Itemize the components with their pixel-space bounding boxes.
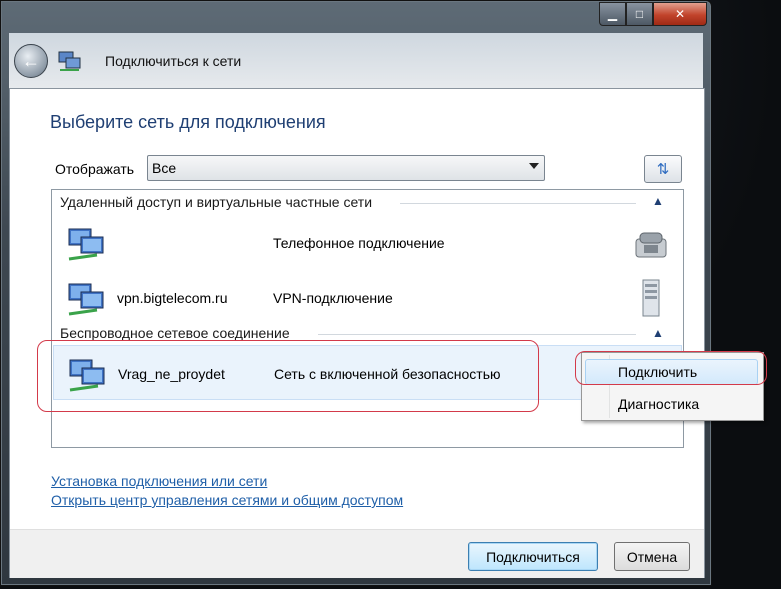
maximize-icon: □ [635, 7, 644, 21]
refresh-button[interactable]: ⇅ [644, 155, 682, 183]
network-icon [58, 51, 81, 71]
connection-name: vpn.bigtelecom.ru [117, 290, 228, 306]
maximize-button[interactable]: □ [626, 2, 653, 26]
refresh-icon: ⇅ [656, 161, 670, 178]
connection-type: Телефонное подключение [273, 235, 445, 251]
connection-type: VPN-подключение [273, 290, 393, 306]
network-name: Vrag_ne_proydet [118, 366, 225, 382]
caption-buttons: ▁ □ ✕ [599, 2, 707, 26]
dialog-content: Выберите сеть для подключения Отображать… [9, 88, 705, 578]
connect-button[interactable]: Подключиться [468, 542, 598, 571]
close-button[interactable]: ✕ [653, 2, 707, 26]
back-button[interactable]: ← [14, 44, 48, 78]
collapse-chevron-icon[interactable]: ▲ [651, 327, 665, 339]
collapse-chevron-icon[interactable]: ▲ [651, 195, 665, 207]
cancel-button[interactable]: Отмена [614, 542, 690, 571]
minimize-button[interactable]: ▁ [599, 2, 626, 26]
titlebar: ▁ □ ✕ ← Подключиться к сети [1, 1, 711, 91]
window-title: Подключиться к сети [105, 53, 242, 69]
setup-connection-link[interactable]: Установка подключения или сети [51, 472, 403, 491]
network-connection-icon [68, 228, 104, 261]
filter-dropdown[interactable]: Все [147, 155, 545, 181]
list-item-phone[interactable]: Телефонное подключение [53, 215, 682, 270]
menu-item-diagnose[interactable]: Диагностика [585, 391, 758, 417]
network-connection-icon [68, 283, 104, 316]
group-header-vpn: Удаленный доступ и виртуальные частные с… [60, 194, 373, 210]
close-icon: ✕ [674, 7, 686, 21]
context-menu: Подключить Диагностика [581, 352, 764, 421]
phone-icon [635, 232, 667, 258]
filter-value: Все [152, 160, 177, 176]
group-divider [318, 334, 636, 335]
chevron-down-icon [529, 163, 539, 169]
back-arrow-icon: ← [22, 50, 40, 71]
group-divider [400, 203, 636, 204]
network-center-link[interactable]: Открыть центр управления сетями и общим … [51, 491, 403, 510]
list-item-vpn[interactable]: vpn.bigtelecom.ru VPN-подключение [53, 270, 682, 325]
links-area: Установка подключения или сети Открыть ц… [51, 472, 403, 510]
dialog-window: ▁ □ ✕ ← Подключиться к сети Выберите сет… [0, 0, 712, 586]
minimize-icon: ▁ [607, 7, 618, 21]
filter-label: Отображать [55, 161, 135, 177]
group-header-wireless: Беспроводное сетевое соединение [60, 325, 290, 341]
page-heading: Выберите сеть для подключения [50, 112, 326, 132]
button-bar: Подключиться Отмена [10, 529, 704, 578]
menu-item-connect[interactable]: Подключить [585, 359, 758, 385]
network-security: Сеть с включенной безопасностью [274, 366, 501, 382]
wireless-network-icon [69, 359, 105, 392]
server-icon [642, 279, 660, 317]
